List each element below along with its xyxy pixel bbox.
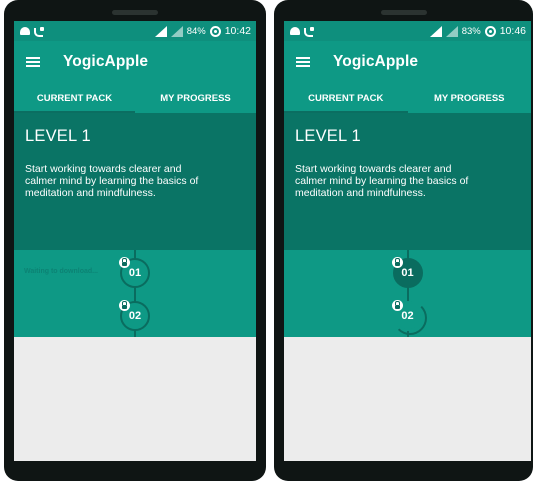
- lesson-path: Waiting to download... 01 02: [14, 250, 256, 337]
- tab-my-progress[interactable]: MY PROGRESS: [135, 83, 256, 113]
- lesson-node-01[interactable]: 01: [391, 257, 423, 288]
- app-bar: YogicApple: [14, 41, 256, 83]
- cell-signal-icon: [170, 25, 183, 37]
- tab-bar: CURRENT PACK MY PROGRESS: [14, 83, 256, 113]
- phone-screen: 83% 10:46 YogicApple CURRENT PACK MY PRO…: [284, 21, 531, 461]
- lock-icon: [119, 257, 130, 268]
- level-description: Start working towards clearer and calmer…: [295, 163, 469, 200]
- app-bar: YogicApple: [284, 41, 531, 83]
- phone-screen: 84% 10:42 YogicApple CURRENT PACK MY PRO…: [14, 21, 256, 461]
- sync-icon: [209, 25, 221, 37]
- lock-icon: [391, 300, 403, 311]
- phone-icon: [34, 26, 44, 37]
- cell-signal-icon: [445, 25, 458, 37]
- battery-level: 84%: [186, 25, 206, 37]
- lesson-number: 02: [128, 310, 142, 322]
- level-description: Start working towards clearer and calmer…: [25, 163, 199, 200]
- sync-icon: [484, 25, 496, 37]
- tab-current-pack[interactable]: CURRENT PACK: [14, 83, 135, 113]
- phone-speaker: [112, 10, 158, 15]
- lock-icon: [391, 257, 403, 268]
- lesson-number: 02: [401, 310, 414, 322]
- tab-current-pack[interactable]: CURRENT PACK: [284, 83, 408, 113]
- lesson-node-02[interactable]: 02: [391, 300, 427, 335]
- level-card: LEVEL 1 Start working towards clearer an…: [284, 113, 531, 250]
- phone-speaker: [380, 10, 427, 15]
- level-title: LEVEL 1: [25, 127, 91, 145]
- wifi-signal-icon: [154, 25, 167, 37]
- status-bar: 84% 10:42: [14, 21, 256, 41]
- tab-indicator: [284, 111, 408, 113]
- tab-my-progress[interactable]: MY PROGRESS: [408, 83, 532, 113]
- lesson-number: 01: [401, 267, 414, 279]
- status-bar: 83% 10:46: [284, 21, 531, 41]
- app-title: YogicApple: [63, 53, 149, 70]
- level-title: LEVEL 1: [295, 127, 361, 145]
- android-icon: [20, 27, 30, 35]
- phone-frame-right: 83% 10:46 YogicApple CURRENT PACK MY PRO…: [274, 0, 533, 481]
- app-title: YogicApple: [333, 53, 419, 70]
- status-time: 10:42: [224, 25, 251, 37]
- lock-icon: [119, 300, 130, 311]
- status-time: 10:46: [499, 25, 526, 37]
- tab-bar: CURRENT PACK MY PROGRESS: [284, 83, 531, 113]
- content-area: [14, 337, 256, 461]
- lesson-path: 01 02: [284, 250, 531, 337]
- download-status: Waiting to download...: [24, 268, 99, 275]
- android-icon: [290, 27, 300, 35]
- content-area: [284, 337, 531, 461]
- phone-icon: [304, 26, 314, 37]
- lesson-node-02[interactable]: 02: [119, 300, 150, 331]
- battery-level: 83%: [461, 25, 481, 37]
- lesson-node-01[interactable]: 01: [119, 257, 150, 288]
- phone-frame-left: 84% 10:42 YogicApple CURRENT PACK MY PRO…: [4, 0, 266, 481]
- level-card: LEVEL 1 Start working towards clearer an…: [14, 113, 256, 250]
- tab-indicator: [14, 111, 135, 113]
- menu-icon[interactable]: [26, 57, 40, 67]
- wifi-signal-icon: [429, 25, 442, 37]
- menu-icon[interactable]: [296, 57, 310, 67]
- lesson-number: 01: [128, 267, 142, 279]
